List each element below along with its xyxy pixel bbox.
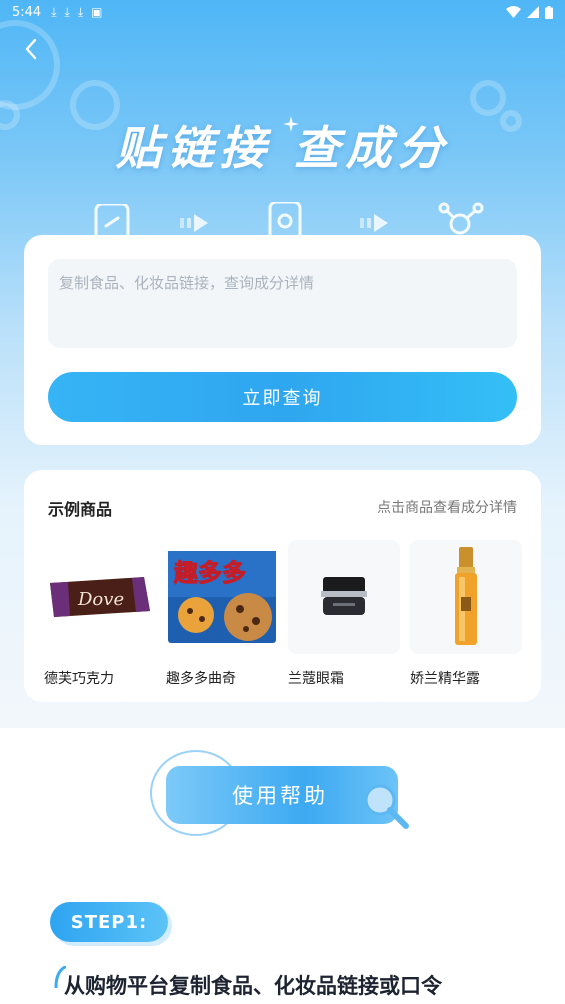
product-item[interactable]: 趣多多 趣多多曲奇 bbox=[166, 540, 280, 688]
step-description: 从购物平台复制食品、化妆品链接或口令 bbox=[64, 974, 442, 998]
download-icon: ⤓ bbox=[64, 4, 70, 19]
examples-hint: 点击商品查看成分详情 bbox=[377, 500, 517, 516]
eye-cream-jar-image bbox=[288, 540, 400, 654]
step-badge: STEP1: bbox=[50, 902, 168, 942]
search-card: 立即查询 bbox=[24, 235, 541, 445]
svg-text:Dove: Dove bbox=[77, 589, 124, 610]
help-banner[interactable]: 使用帮助 bbox=[146, 748, 418, 838]
status-bar: 5:44 ⤓ ⤓ ⤓ ▣ bbox=[0, 0, 565, 24]
cookie-box-image: 趣多多 bbox=[166, 540, 278, 654]
app-notification-icon: ▣ bbox=[91, 5, 103, 19]
wifi-icon bbox=[506, 6, 521, 18]
download-icon: ⤓ bbox=[51, 4, 57, 19]
back-button[interactable] bbox=[16, 34, 46, 64]
status-time: 5:44 bbox=[12, 4, 42, 20]
examples-title: 示例商品 bbox=[48, 500, 113, 519]
examples-card: 示例商品 点击商品查看成分详情 Dove 德芙巧克力 趣多多 趣多多曲奇 兰蔻眼… bbox=[24, 470, 541, 702]
product-name: 趣多多曲奇 bbox=[166, 671, 236, 687]
arrow-right-icon bbox=[360, 214, 388, 232]
product-name: 德芙巧克力 bbox=[44, 671, 114, 687]
chocolate-bar-image: Dove bbox=[44, 540, 156, 654]
arrow-right-icon bbox=[180, 214, 208, 232]
sparkle-icon bbox=[283, 116, 299, 132]
product-name: 娇兰精华露 bbox=[410, 671, 480, 687]
molecule-icon bbox=[438, 202, 484, 235]
download-icon: ⤓ bbox=[77, 4, 84, 19]
chevron-left-icon bbox=[25, 38, 37, 60]
signal-icon bbox=[527, 6, 539, 18]
query-button[interactable]: 立即查询 bbox=[48, 372, 517, 422]
svg-text:趣多多: 趣多多 bbox=[173, 559, 246, 587]
magnifier-icon bbox=[364, 784, 409, 829]
decor-bubble bbox=[470, 80, 506, 116]
battery-icon bbox=[545, 5, 553, 19]
product-item[interactable]: Dove 德芙巧克力 bbox=[44, 540, 158, 688]
product-item[interactable]: 娇兰精华露 bbox=[410, 540, 524, 688]
serum-bottle-image bbox=[410, 540, 522, 654]
product-name: 兰蔻眼霜 bbox=[288, 671, 344, 687]
process-steps-illustration bbox=[0, 198, 565, 240]
product-item[interactable]: 兰蔻眼霜 bbox=[288, 540, 402, 688]
link-input[interactable] bbox=[48, 259, 517, 348]
